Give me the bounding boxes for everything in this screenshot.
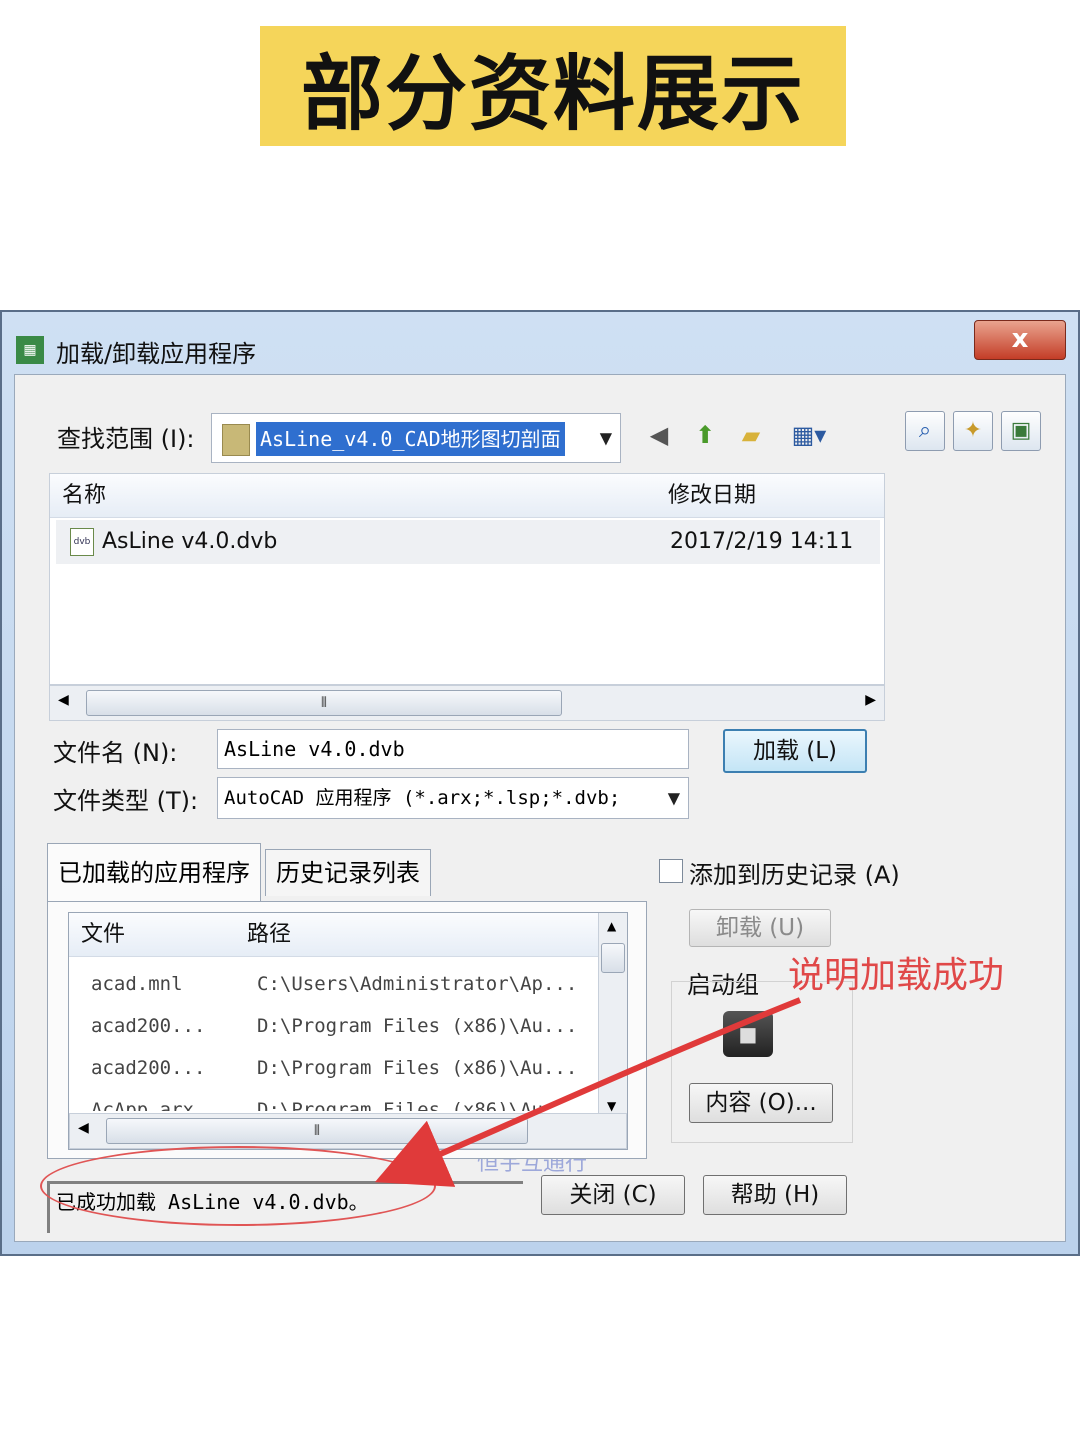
annotation-arrow [374, 997, 802, 1187]
